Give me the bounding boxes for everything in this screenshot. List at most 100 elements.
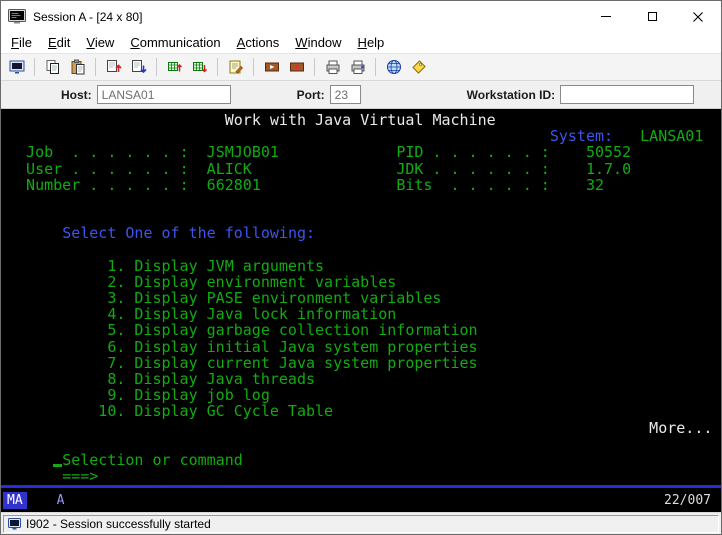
job-pid-row: Job . . . . . . : JSMJOB01 PID . . . . .… (8, 144, 721, 160)
more-indicator: More... (649, 418, 713, 437)
bits-value: 32 (585, 175, 605, 194)
terminal-cursor (53, 463, 63, 467)
terminal-blank-row (8, 225, 721, 241)
edit-macro-button[interactable] (223, 56, 248, 79)
menu-option: 4. Display Java lock information (8, 290, 721, 322)
workstation-id-input[interactable] (560, 85, 695, 104)
menu-option: 8. Display Java threads (8, 355, 721, 387)
printer-setup-icon (351, 60, 364, 74)
fkey-f4-prompt: F4=Prompt (152, 483, 233, 485)
menu-option: 1. Display JVM arguments (8, 242, 721, 274)
status-bar: I902 - Session successfully started (1, 512, 721, 534)
play-macro-button[interactable] (259, 56, 284, 79)
job-label: Job . . . . . . : (26, 143, 189, 162)
menu-actions[interactable]: Actions (229, 32, 288, 53)
send-file-button[interactable] (101, 56, 126, 79)
select-prompt-row: Select One of the following: (8, 209, 721, 241)
number-label: Number . . . . . : (26, 175, 189, 194)
copy-button[interactable] (40, 56, 65, 79)
close-icon (693, 11, 703, 22)
terminal-screen[interactable]: Work with Java Virtual Machine System: L… (1, 109, 721, 485)
menu-communication[interactable]: Communication (122, 32, 228, 53)
maximize-icon (647, 12, 657, 21)
menu-view[interactable]: View (78, 32, 122, 53)
print-button[interactable] (320, 56, 345, 79)
menu-option: 9. Display job log (8, 371, 721, 403)
bits-label: Bits . . . . . : (396, 175, 550, 194)
host-input[interactable] (96, 85, 231, 104)
operator-information-area: MA A 22/007 (1, 488, 721, 512)
menu-help[interactable]: Help (350, 32, 393, 53)
menu-option: 5. Display garbage collection information (8, 306, 721, 338)
receive-data-icon (192, 62, 207, 73)
toolbar-separator (253, 58, 254, 76)
toolbar-separator (95, 58, 96, 76)
toolbar-separator (217, 58, 218, 76)
menu-option: 3. Display PASE environment variables (8, 274, 721, 306)
command-input-row[interactable]: ===> (8, 452, 721, 484)
send-file-icon (106, 60, 122, 72)
globe-button[interactable] (381, 56, 406, 79)
menu-file[interactable]: File (3, 32, 40, 53)
cursor-position-indicator: 22/007 (664, 492, 711, 508)
jdk-value: 1.7.0 (585, 159, 632, 178)
session-window-button[interactable] (4, 56, 29, 79)
system-available-indicator: MA (3, 491, 27, 509)
window-title: Session A - [24 x 80] (33, 9, 143, 24)
keyboard-map-tag-icon (411, 60, 426, 74)
keyboard-map-tag-button[interactable] (406, 56, 431, 79)
job-value: JSMJOB01 (206, 143, 279, 162)
record-macro-icon (289, 62, 304, 72)
host-label: Host: (61, 87, 92, 102)
menu-option: 7. Display current Java system properties (8, 339, 721, 371)
title-bar: Session A - [24 x 80] (1, 1, 721, 32)
status-message-box: I902 - Session successfully started (3, 514, 719, 533)
close-button[interactable] (675, 1, 721, 32)
printer-setup-button[interactable] (345, 56, 370, 79)
receive-file-icon (131, 60, 147, 74)
terminal-blank-row (8, 193, 721, 209)
paste-button[interactable] (65, 56, 90, 79)
terminal-blank-row (8, 403, 721, 419)
menu-bar: File Edit View Communication Actions Win… (1, 32, 721, 54)
send-data-button[interactable] (162, 56, 187, 79)
toolbar-separator (375, 58, 376, 76)
function-keys-row: F3=Exit F4=Prompt F9=Retrieve F12=Cancel (8, 468, 721, 485)
play-macro-icon (264, 62, 279, 72)
more-row: More... (8, 418, 721, 437)
workstation-id-label: Workstation ID: (466, 87, 556, 102)
receive-file-button[interactable] (126, 56, 151, 79)
session-window: Session A - [24 x 80] File Edit View Com… (0, 0, 722, 535)
session-window-icon (9, 60, 24, 74)
number-bits-row: Number . . . . . : 662801 Bits . . . . .… (8, 177, 721, 193)
print-icon (326, 60, 339, 74)
minimize-button[interactable] (583, 1, 629, 32)
minimize-icon (601, 16, 611, 17)
fkey-f9-retrieve: F9=Retrieve (261, 483, 360, 485)
menu-option: 2. Display environment variables (8, 258, 721, 290)
record-macro-button[interactable] (284, 56, 309, 79)
menu-edit[interactable]: Edit (40, 32, 78, 53)
system-value: LANSA01 (640, 127, 704, 146)
receive-data-button[interactable] (187, 56, 212, 79)
host-bar: Host: Port: Workstation ID: (1, 81, 721, 109)
user-value: ALICK (206, 159, 252, 178)
menu-option: 6. Display initial Java system properties (8, 322, 721, 354)
maximize-button[interactable] (629, 1, 675, 32)
user-label: User . . . . . . : (26, 159, 189, 178)
status-session-icon (8, 517, 21, 529)
pid-value: 50552 (585, 143, 632, 162)
system-label: System: (549, 127, 614, 146)
menu-window[interactable]: Window (287, 32, 349, 53)
paste-icon (71, 59, 84, 75)
fkey-f3-exit: F3=Exit (62, 483, 125, 485)
edit-macro-icon (229, 60, 243, 74)
port-input[interactable] (329, 85, 361, 104)
app-terminal-icon[interactable] (8, 9, 26, 24)
number-value: 662801 (206, 175, 261, 194)
screen-title: Work with Java Virtual Machine (224, 111, 496, 129)
window-controls (583, 1, 721, 32)
toolbar-separator (314, 58, 315, 76)
tool-bar (1, 54, 721, 81)
pid-label: PID . . . . . . : (396, 143, 550, 162)
